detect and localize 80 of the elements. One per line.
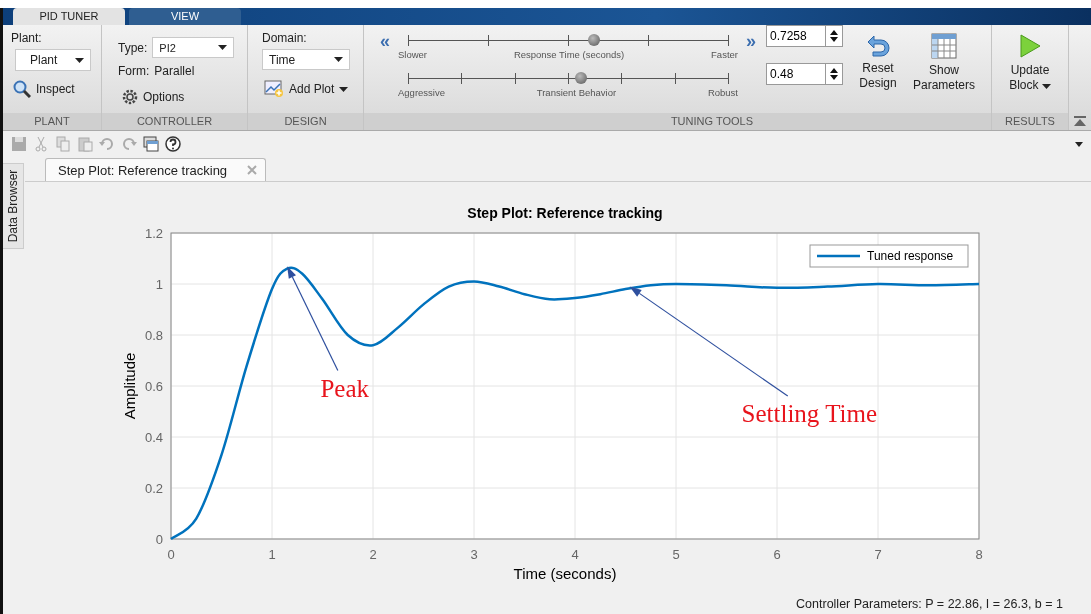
legend-label: Tuned response [867, 249, 954, 263]
plant-dropdown[interactable]: Plant [15, 49, 91, 71]
slider-thumb[interactable] [587, 34, 600, 46]
y-axis-label: Amplitude [121, 352, 138, 420]
caret-icon [334, 57, 343, 62]
slider-label: Response Time (seconds) [513, 49, 625, 60]
inspect-button[interactable]: Inspect [11, 78, 93, 100]
tick-label: 1 [155, 277, 163, 292]
caret-icon [218, 45, 228, 50]
spinner-field[interactable]: 0.7258 [766, 25, 826, 47]
data-browser-tab[interactable]: Data Browser [3, 163, 24, 249]
redo-icon[interactable] [121, 136, 137, 152]
tick-label: 0.4 [144, 430, 163, 445]
field-label: Form: [118, 64, 150, 78]
tick-label: 5 [672, 547, 680, 562]
table-icon [931, 33, 957, 59]
legend-swatch [817, 254, 860, 258]
caret-icon [75, 57, 84, 63]
field-label: Plant: [11, 31, 43, 45]
caret-icon [339, 86, 349, 92]
annotation-label: Settling Time [741, 400, 878, 428]
caret-icon[interactable] [1075, 141, 1083, 147]
annotation-label: Peak [320, 374, 369, 402]
undo-icon[interactable] [99, 136, 115, 152]
slider-label: Aggressive [398, 87, 445, 98]
help-icon[interactable] [165, 136, 181, 152]
toolstrip-tab[interactable]: VIEW [129, 8, 241, 25]
slider-label: Slower [398, 49, 428, 60]
add-plot-button[interactable]: Add Plot [262, 78, 355, 100]
slider-thumb[interactable] [574, 72, 587, 84]
section-label: TUNING TOOLS [364, 113, 991, 130]
section-label: PLANT [3, 113, 101, 130]
save-icon[interactable] [11, 136, 27, 152]
search-icon [13, 80, 31, 98]
status-text: Controller Parameters: P = 22.86, I = 26.3, b = 1 [796, 597, 1063, 611]
tick-label: 0.8 [144, 328, 163, 343]
tick-label: 3 [470, 547, 478, 562]
section-label: CONTROLLER [102, 113, 247, 130]
section-label: RESULTS [992, 113, 1068, 130]
decrease-arrow-button[interactable]: « [372, 33, 398, 49]
close-icon[interactable] [247, 165, 258, 175]
tick-label: 4 [571, 547, 579, 562]
document-tab[interactable]: Step Plot: Reference tracking [45, 158, 267, 181]
undo-arrow-icon [865, 33, 891, 57]
spinner-buttons[interactable] [826, 63, 843, 85]
show-parameters-button[interactable]: Show Parameters [909, 33, 979, 113]
windows-icon[interactable] [143, 136, 159, 152]
tick-label: 1 [268, 547, 276, 562]
tick-label: 0 [155, 532, 163, 547]
tick-label: 2 [369, 547, 377, 562]
tick-label: 0 [167, 547, 175, 562]
field-label: Type: [118, 40, 148, 55]
toolstrip-tab[interactable]: PID TUNER [13, 8, 125, 25]
tick-label: 1.2 [144, 226, 163, 241]
chart-add-icon [264, 80, 284, 98]
x-axis-label: Time (seconds) [513, 565, 617, 582]
options-button[interactable]: Options [120, 87, 239, 107]
spinner-field[interactable]: 0.48 [766, 63, 826, 85]
type-dropdown[interactable]: PI2 [152, 37, 235, 58]
reset-design-button[interactable]: Reset Design [853, 33, 903, 113]
collapse-icon[interactable] [1074, 116, 1086, 126]
tick-label: 8 [975, 547, 983, 562]
slider-label: Transient Behavior [536, 87, 617, 98]
tick-label: 6 [773, 547, 781, 562]
chart-title: Step Plot: Reference tracking [467, 205, 663, 221]
update-block-button[interactable]: Update Block [1000, 33, 1060, 107]
slider-label: Robust [707, 87, 738, 98]
tick-label: 7 [874, 547, 882, 562]
field-label: Domain: [262, 31, 308, 45]
section-label: DESIGN [248, 113, 363, 130]
slider-label: Faster [711, 49, 738, 60]
domain-dropdown[interactable]: Time [262, 49, 350, 70]
tick-label: 0.2 [144, 481, 163, 496]
form-value: Parallel [154, 64, 195, 78]
increase-arrow-button[interactable]: » [738, 33, 764, 49]
caret-icon [1041, 84, 1051, 89]
tick-label: 0.6 [144, 379, 163, 394]
play-icon [1018, 33, 1042, 59]
spinner-buttons[interactable] [826, 25, 843, 47]
gear-icon [122, 89, 138, 105]
